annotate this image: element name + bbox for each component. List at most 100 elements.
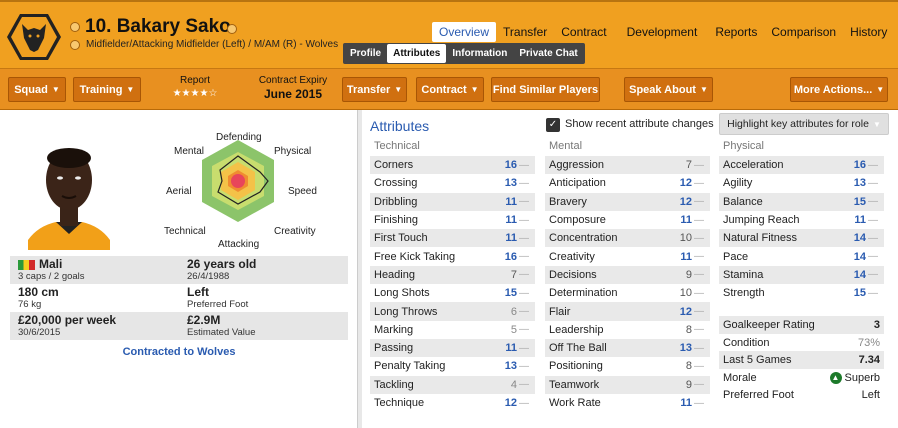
- attribute-row[interactable]: Long Shots 15—: [370, 284, 535, 302]
- no-change-icon: —: [694, 324, 704, 336]
- attribute-row[interactable]: Pace 14—: [719, 247, 884, 265]
- attribute-row[interactable]: Tackling 4—: [370, 375, 535, 394]
- attribute-row[interactable]: Strength 15—: [719, 284, 884, 302]
- squad-button[interactable]: Squad ▼: [8, 77, 66, 102]
- attribute-row[interactable]: Composure 11—: [545, 211, 710, 229]
- attribute-row[interactable]: Anticipation 12—: [545, 174, 710, 192]
- no-change-icon: —: [694, 232, 704, 244]
- attribute-row[interactable]: Off The Ball 13—: [545, 338, 710, 358]
- find-similar-players-button[interactable]: Find Similar Players: [491, 77, 600, 102]
- attribute-value: 14: [853, 232, 866, 245]
- radar-label-defending: Defending: [216, 132, 262, 143]
- transfer-button[interactable]: Transfer ▼: [342, 77, 407, 102]
- radar-label-aerial: Aerial: [166, 186, 192, 197]
- attribute-row[interactable]: Heading 7—: [370, 265, 535, 285]
- attribute-row[interactable]: Creativity 11—: [545, 247, 710, 265]
- attribute-name: Free Kick Taking: [374, 250, 456, 263]
- attribute-row[interactable]: Passing 11—: [370, 338, 535, 358]
- show-changes-checkbox[interactable]: ✓: [546, 118, 560, 132]
- tab-reports[interactable]: Reports: [708, 22, 764, 42]
- attribute-row[interactable]: Technique 12—: [370, 394, 535, 412]
- attribute-row[interactable]: Aggression 7—: [545, 156, 710, 175]
- attribute-value: 11: [505, 232, 517, 245]
- nation-cell[interactable]: Mali 3 caps / 2 goals: [10, 256, 179, 284]
- club-crest-icon[interactable]: [6, 12, 62, 62]
- subtab-profile[interactable]: Profile: [344, 44, 387, 63]
- tab-development[interactable]: Development: [620, 22, 705, 42]
- attribute-row[interactable]: Teamwork 9—: [545, 375, 710, 394]
- attribute-row[interactable]: Long Throws 6—: [370, 302, 535, 321]
- attribute-row[interactable]: Acceleration 16—: [719, 156, 884, 175]
- report-label: Report: [179, 75, 210, 86]
- attribute-row[interactable]: Bravery 12—: [545, 192, 710, 211]
- attribute-row[interactable]: Jumping Reach 11—: [719, 211, 884, 229]
- highlight-attributes-dropdown[interactable]: Highlight key attributes for role ▼: [719, 113, 889, 135]
- tab-overview[interactable]: Overview: [432, 22, 497, 42]
- attribute-value: 11: [505, 342, 517, 355]
- technical-column: Technical Corners 16— Crossing 13— Dribbling…: [370, 140, 535, 412]
- more-actions-button[interactable]: More Actions... ▼: [790, 77, 888, 102]
- attribute-row[interactable]: Dribbling 11—: [370, 192, 535, 211]
- caps-goals: 3 caps / 2 goals: [18, 271, 85, 282]
- chevron-down-icon: ▼: [394, 85, 403, 94]
- attribute-row[interactable]: First Touch 11—: [370, 229, 535, 248]
- contracted-to-link[interactable]: Contracted to Wolves: [0, 346, 358, 358]
- attribute-name: Corners: [374, 159, 414, 172]
- attribute-row[interactable]: Determination 10—: [545, 284, 710, 302]
- attribute-row[interactable]: Concentration 10—: [545, 229, 710, 248]
- tab-history[interactable]: History: [843, 22, 894, 42]
- player-name: 10. Bakary Sako: [85, 16, 231, 37]
- weight: 76 kg: [18, 299, 42, 310]
- attribute-row[interactable]: Positioning 8—: [545, 357, 710, 375]
- height: 180 cm: [18, 285, 59, 299]
- subtab-information[interactable]: Information: [446, 44, 513, 63]
- contract-expiry-value: June 2015: [263, 87, 323, 101]
- subtab-private-chat[interactable]: Private Chat: [513, 44, 583, 63]
- attribute-value: 12: [679, 195, 692, 208]
- attribute-row[interactable]: Penalty Taking 13—: [370, 357, 535, 375]
- gk-label: Goalkeeper Rating: [723, 319, 815, 332]
- physical-column: Physical Acceleration 16— Agility 13— Balanc…: [719, 140, 884, 404]
- no-change-icon: —: [694, 251, 704, 263]
- player-info-grid: Mali 3 caps / 2 goals 26 years old 26/4/…: [10, 256, 348, 340]
- nav-coin-icon[interactable]: [70, 22, 80, 32]
- report-summary[interactable]: Report ★★★★☆: [162, 75, 228, 99]
- morale-row: Morale ▲ Superb: [719, 369, 884, 387]
- condition-value: 73%: [857, 336, 880, 349]
- attribute-value: 6: [510, 305, 517, 318]
- speak-about-button[interactable]: Speak About ▼: [624, 77, 713, 102]
- attribute-row[interactable]: Leadership 8—: [545, 321, 710, 339]
- attribute-row[interactable]: Balance 15—: [719, 192, 884, 211]
- position-menu-icon[interactable]: [70, 40, 80, 50]
- attribute-row[interactable]: Natural Fitness 14—: [719, 229, 884, 248]
- attribute-row[interactable]: Agility 13—: [719, 174, 884, 192]
- tab-comparison[interactable]: Comparison: [764, 22, 843, 42]
- attribute-row[interactable]: Marking 5—: [370, 321, 535, 339]
- subtab-attributes[interactable]: Attributes: [387, 44, 447, 63]
- tab-contract[interactable]: Contract: [554, 22, 613, 42]
- no-change-icon: —: [519, 287, 529, 299]
- attribute-row[interactable]: Free Kick Taking 16—: [370, 247, 535, 265]
- attribute-row[interactable]: Corners 16—: [370, 156, 535, 175]
- no-change-icon: —: [519, 360, 529, 372]
- no-change-icon: —: [868, 251, 878, 263]
- physical-heading: Physical: [723, 140, 764, 152]
- chevron-down-icon: ▼: [872, 119, 881, 129]
- date-of-birth: 26/4/1988: [187, 271, 230, 282]
- attribute-row[interactable]: Crossing 13—: [370, 174, 535, 192]
- attribute-row[interactable]: Work Rate 11—: [545, 394, 710, 412]
- attribute-value: 16: [504, 250, 517, 263]
- attribute-row[interactable]: Flair 12—: [545, 302, 710, 321]
- no-change-icon: —: [519, 251, 529, 263]
- attribute-row[interactable]: Decisions 9—: [545, 265, 710, 285]
- attribute-row[interactable]: Stamina 14—: [719, 265, 884, 285]
- contract-button-label: Contract: [421, 83, 467, 96]
- attribute-name: Off The Ball: [549, 342, 607, 355]
- attribute-name: Penalty Taking: [374, 360, 446, 373]
- training-button[interactable]: Training ▼: [73, 77, 141, 102]
- tab-transfer[interactable]: Transfer: [496, 22, 554, 42]
- attribute-row[interactable]: Finishing 11—: [370, 211, 535, 229]
- attribute-value: 14: [853, 250, 866, 263]
- player-menu-icon[interactable]: [227, 24, 237, 34]
- contract-button[interactable]: Contract ▼: [416, 77, 484, 102]
